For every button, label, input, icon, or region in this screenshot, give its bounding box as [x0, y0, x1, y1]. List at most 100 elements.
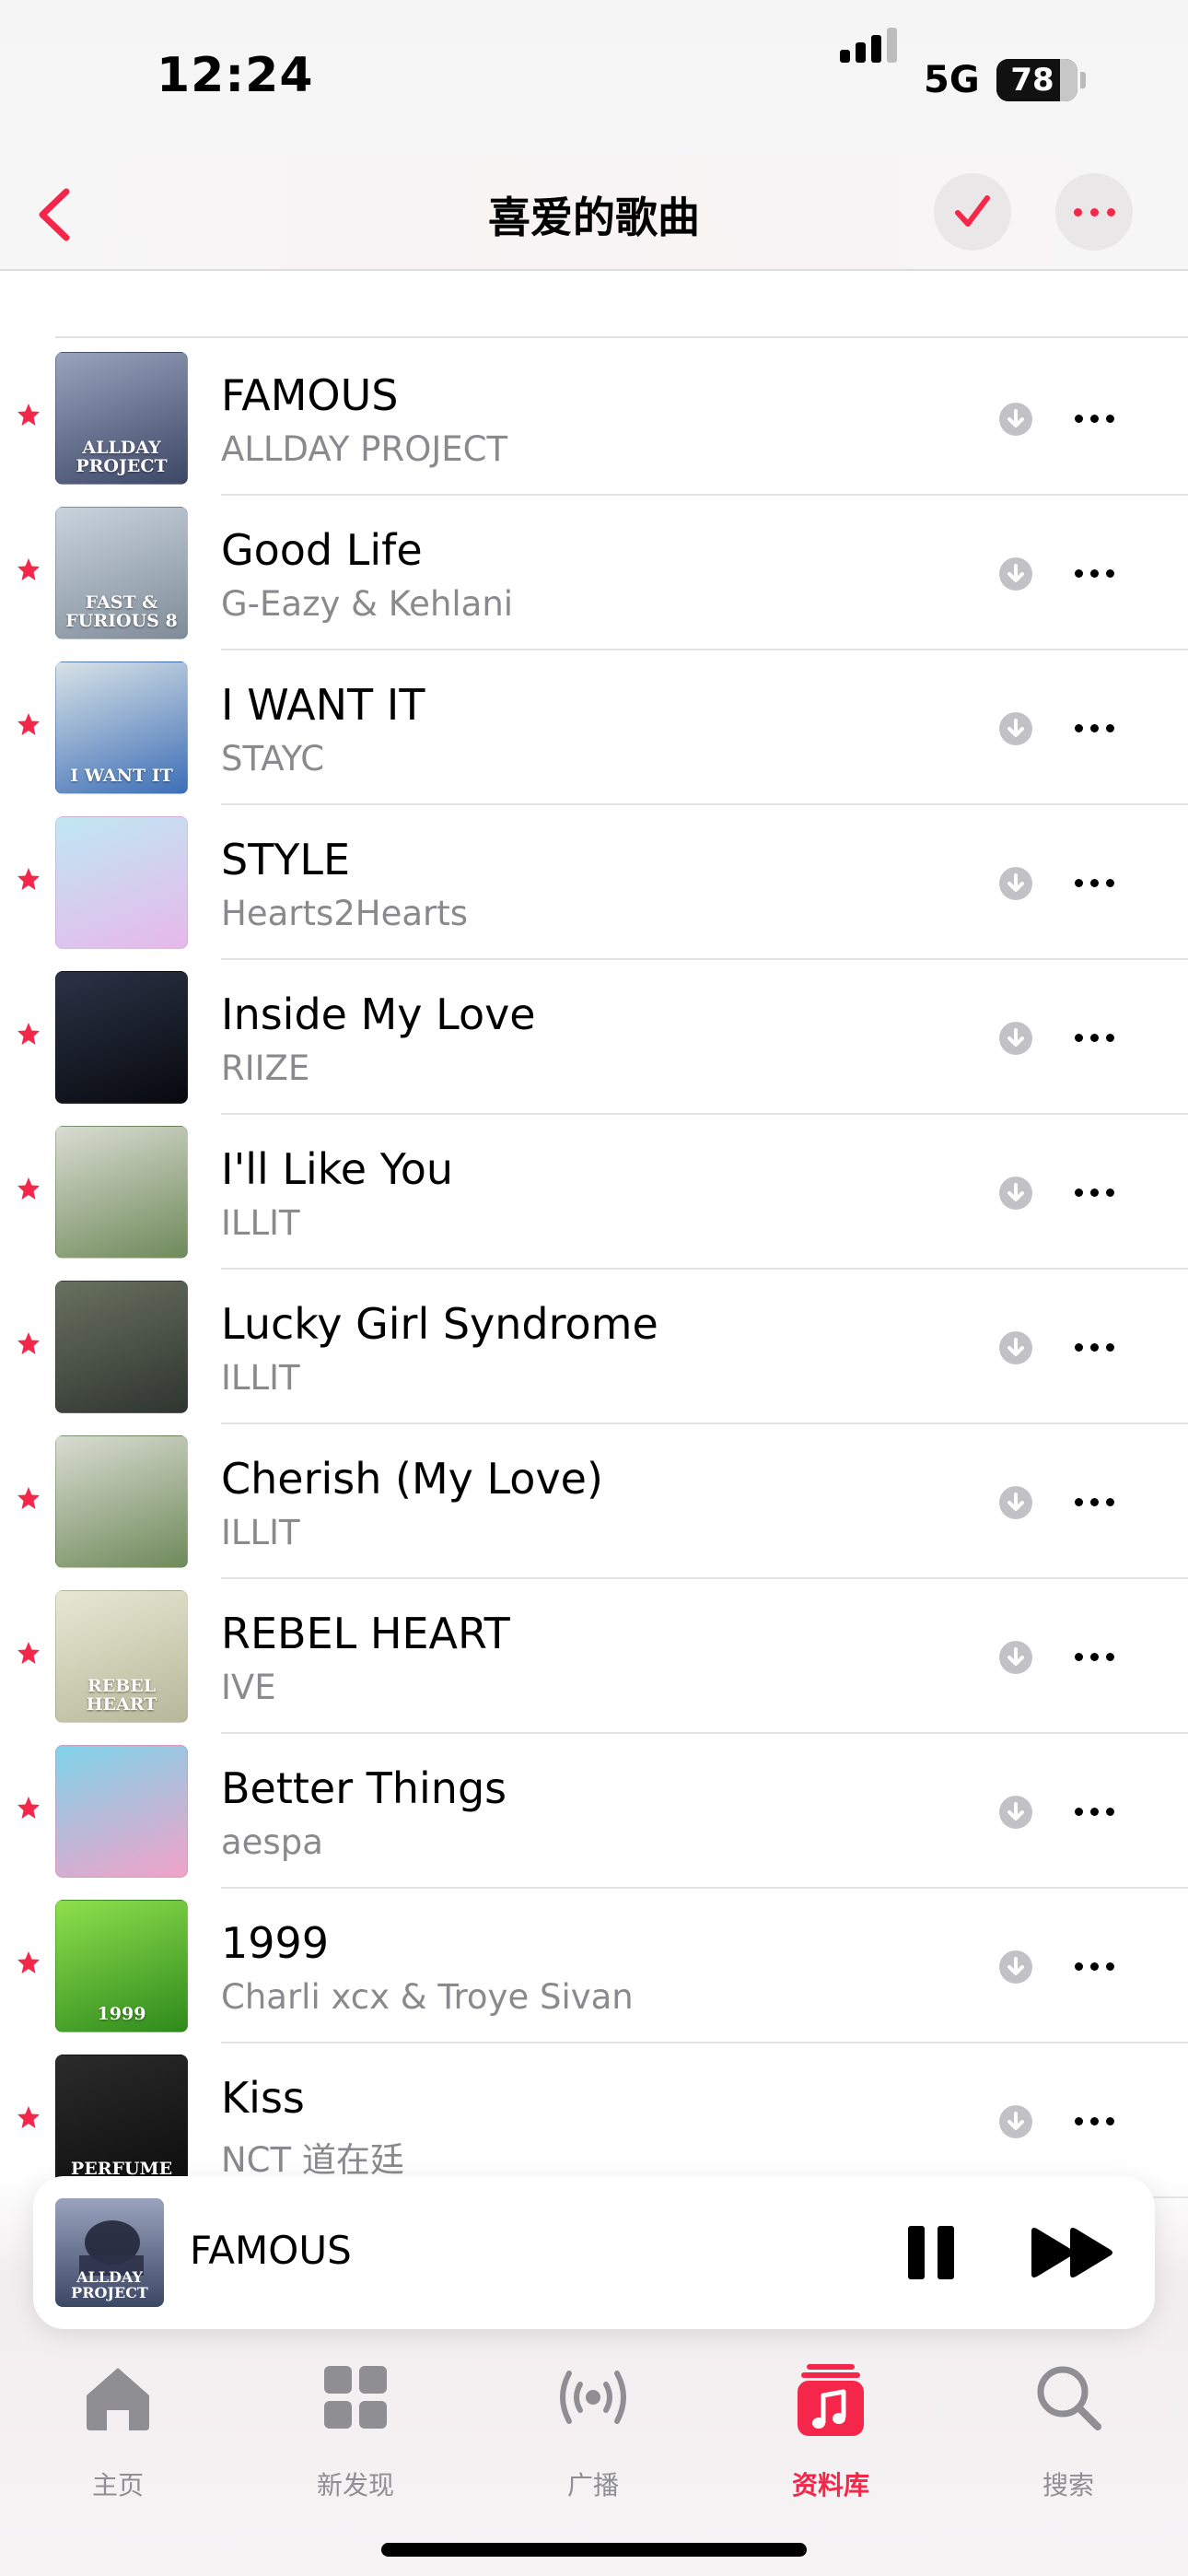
download-icon[interactable] — [998, 1176, 1033, 1211]
song-title: Lucky Girl Syndrome — [221, 1299, 658, 1349]
song-more-button[interactable] — [1068, 555, 1120, 591]
favorite-star-icon — [17, 1332, 40, 1354]
song-more-button[interactable] — [1068, 1329, 1120, 1365]
song-more-button[interactable] — [1068, 1793, 1120, 1830]
battery-level: 78 — [1010, 62, 1054, 99]
song-more-button[interactable] — [1068, 709, 1120, 746]
download-icon[interactable] — [998, 866, 1033, 901]
song-more-button[interactable] — [1068, 864, 1120, 901]
tab-search[interactable]: 搜索 — [976, 2346, 1160, 2500]
song-more-button[interactable] — [1068, 1948, 1120, 1985]
album-cover: ALLDAY PROJECT — [55, 352, 188, 485]
song-more-button[interactable] — [1068, 1483, 1120, 1520]
download-icon[interactable] — [998, 556, 1033, 591]
checkmark-icon — [955, 195, 990, 227]
song-more-button[interactable] — [1068, 1638, 1120, 1675]
song-artist: aespa — [221, 1822, 323, 1862]
album-cover — [55, 1281, 188, 1413]
fast-forward-icon — [1031, 2228, 1112, 2277]
home-icon — [87, 2368, 149, 2430]
album-cover — [55, 1745, 188, 1878]
album-cover — [55, 1126, 188, 1259]
battery-icon: 78 — [996, 59, 1077, 101]
download-icon[interactable] — [998, 711, 1033, 746]
select-button[interactable] — [934, 173, 1011, 251]
download-icon[interactable] — [998, 1330, 1033, 1365]
mini-player[interactable]: ALLDAY PROJECT FAMOUS — [33, 2176, 1155, 2329]
list-divider — [55, 336, 1188, 338]
favorite-star-icon — [17, 2106, 40, 2128]
song-title: STYLE — [221, 835, 351, 884]
favorite-star-icon — [17, 404, 40, 426]
song-row[interactable]: I WANT IT I WANT IT STAYC — [0, 650, 1188, 805]
now-playing-cover: ALLDAY PROJECT — [55, 2198, 164, 2307]
album-cover — [55, 1435, 188, 1568]
song-row[interactable]: FAST & FURIOUS 8 Good Life G-Eazy & Kehlan… — [0, 496, 1188, 650]
favorite-star-icon — [17, 1642, 40, 1664]
pause-button[interactable] — [899, 2220, 963, 2285]
ellipsis-icon — [1073, 207, 1115, 217]
tab-home-label: 主页 — [91, 2470, 144, 2500]
song-artist: RIIZE — [221, 1048, 310, 1088]
tab-bar: 主页 新发现 广播 资料库 搜索 — [0, 2346, 1188, 2576]
song-artist: Hearts2Hearts — [221, 894, 469, 933]
song-title: I'll Like You — [221, 1144, 454, 1194]
song-row[interactable]: ALLDAY PROJECT FAMOUS ALLDAY PROJECT — [0, 341, 1188, 496]
song-row[interactable]: Inside My Love RIIZE — [0, 960, 1188, 1115]
radio-icon — [560, 2371, 626, 2424]
song-title: Cherish (My Love) — [221, 1454, 603, 1504]
download-icon[interactable] — [998, 402, 1033, 437]
favorite-star-icon — [17, 1177, 40, 1200]
song-title: Better Things — [221, 1763, 507, 1813]
tab-browse[interactable]: 新发现 — [263, 2346, 448, 2500]
song-more-button[interactable] — [1068, 1019, 1120, 1056]
song-row[interactable]: STYLE Hearts2Hearts — [0, 805, 1188, 960]
download-icon[interactable] — [998, 2104, 1033, 2139]
status-time: 12:24 — [157, 48, 314, 103]
favorite-star-icon — [17, 1951, 40, 1973]
now-playing-title: FAMOUS — [190, 2228, 352, 2273]
song-artist: ILLIT — [221, 1358, 300, 1398]
song-title: I WANT IT — [221, 680, 425, 730]
status-bar: 12:24 5G 78 — [0, 0, 1188, 157]
song-artist: ALLDAY PROJECT — [221, 429, 508, 469]
home-indicator — [381, 2543, 807, 2557]
album-cover-text: REBEL HEART — [86, 1676, 157, 1715]
favorite-star-icon — [17, 1797, 40, 1819]
song-row[interactable]: Better Things aespa — [0, 1734, 1188, 1889]
navigation-bar: 喜爱的歌曲 — [0, 157, 1188, 271]
song-row[interactable]: Lucky Girl Syndrome ILLIT — [0, 1270, 1188, 1424]
download-icon[interactable] — [998, 1640, 1033, 1675]
tab-browse-label: 新发现 — [316, 2470, 394, 2500]
download-icon[interactable] — [998, 1021, 1033, 1056]
song-row[interactable]: Cherish (My Love) ILLIT — [0, 1424, 1188, 1579]
album-cover-text: ALLDAY PROJECT — [76, 438, 168, 477]
tab-search-label: 搜索 — [1042, 2470, 1094, 2500]
song-more-button[interactable] — [1068, 2102, 1120, 2139]
album-cover: FAST & FURIOUS 8 — [55, 507, 188, 639]
song-more-button[interactable] — [1068, 1174, 1120, 1211]
song-artist: ILLIT — [221, 1203, 300, 1243]
favorite-star-icon — [17, 1023, 40, 1045]
song-row[interactable]: REBEL HEART REBEL HEART IVE — [0, 1579, 1188, 1734]
song-artist: Charli xcx & Troye Sivan — [221, 1977, 634, 2017]
song-row[interactable]: I'll Like You ILLIT — [0, 1115, 1188, 1270]
song-artist: IVE — [221, 1668, 276, 1707]
next-track-button[interactable] — [1026, 2222, 1118, 2283]
album-cover-text: I WANT IT — [70, 766, 173, 787]
tab-radio[interactable]: 广播 — [501, 2346, 685, 2500]
song-row[interactable]: 1999 1999 Charli xcx & Troye Sivan — [0, 1889, 1188, 2043]
more-options-button[interactable] — [1055, 173, 1133, 251]
download-icon[interactable] — [998, 1795, 1033, 1830]
search-icon — [1037, 2366, 1101, 2430]
download-icon[interactable] — [998, 1485, 1033, 1520]
album-cover — [55, 816, 188, 949]
song-more-button[interactable] — [1068, 400, 1120, 437]
album-cover-text: 1999 — [97, 2004, 146, 2025]
download-icon[interactable] — [998, 1950, 1033, 1985]
tab-library-label: 资料库 — [791, 2470, 869, 2500]
album-cover: REBEL HEART — [55, 1590, 188, 1723]
tab-home[interactable]: 主页 — [26, 2346, 210, 2500]
tab-library[interactable]: 资料库 — [739, 2346, 923, 2500]
favorite-star-icon — [17, 868, 40, 890]
